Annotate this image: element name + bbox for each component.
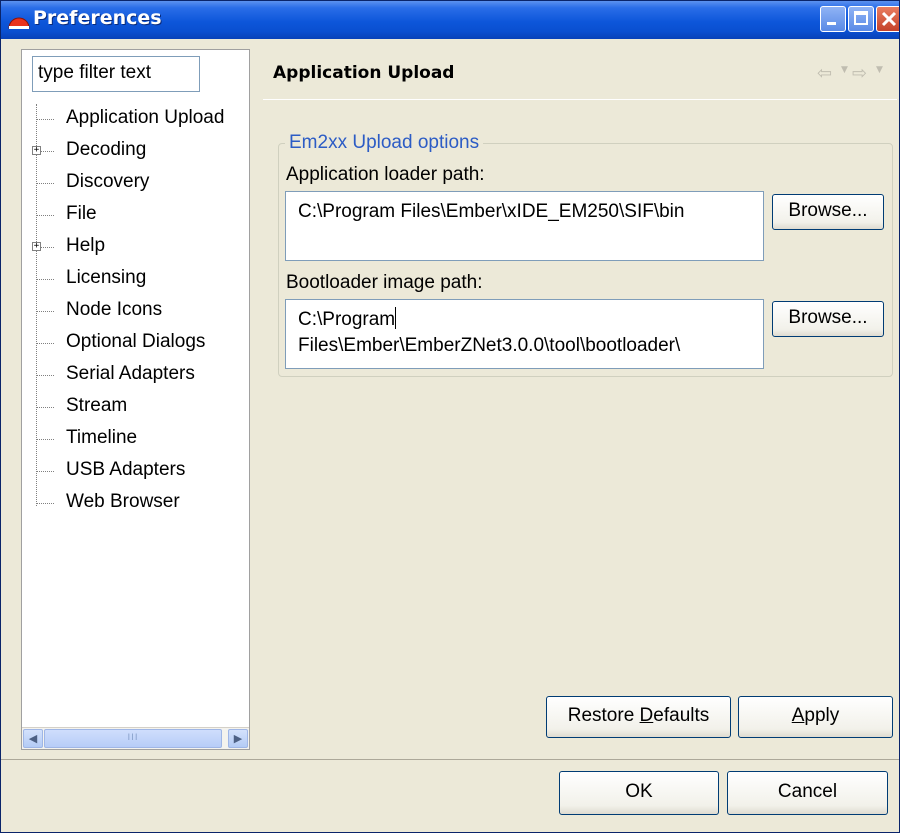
- tree-item-licensing[interactable]: Licensing: [22, 264, 249, 296]
- tree-branch-line: [36, 119, 54, 120]
- tree-branch-line: [36, 311, 54, 312]
- app-icon: [8, 17, 30, 29]
- window-title: Preferences: [33, 7, 162, 29]
- tree-item-stream[interactable]: Stream: [22, 392, 249, 424]
- apply-mnemonic: A: [791, 705, 805, 726]
- forward-dropdown-icon[interactable]: ▼: [876, 65, 883, 75]
- preference-tree-panel: type filter text Application Upload + De…: [21, 49, 250, 750]
- app-loader-path-value: C:\Program Files\Ember\xIDE_EM250\SIF\bi…: [298, 201, 685, 222]
- maximize-button[interactable]: [848, 6, 874, 32]
- tree-item-label: Discovery: [66, 171, 150, 192]
- tree-item-label: USB Adapters: [66, 459, 186, 480]
- tree-branch-line: [36, 471, 54, 472]
- restore-defaults-mnemonic: D: [639, 705, 654, 726]
- forward-arrow-icon[interactable]: ⇨: [852, 63, 867, 84]
- bootloader-path-value-line2: Files\Ember\EmberZNet3.0.0\tool\bootload…: [298, 335, 681, 356]
- app-loader-path-input[interactable]: C:\Program Files\Ember\xIDE_EM250\SIF\bi…: [285, 191, 764, 261]
- tree-item-usb-adapters[interactable]: USB Adapters: [22, 456, 249, 488]
- restore-defaults-label-part1: Restore: [567, 705, 640, 726]
- tree-item-label: Timeline: [66, 427, 138, 448]
- minimize-button[interactable]: [820, 6, 846, 32]
- tree-item-label: Help: [66, 235, 106, 256]
- filter-input[interactable]: type filter text: [32, 56, 200, 92]
- restore-defaults-button[interactable]: Restore Defaults: [546, 696, 731, 738]
- bootloader-path-value-line1: C:\Program: [298, 309, 396, 330]
- page-title: Application Upload: [273, 63, 455, 83]
- scroll-thumb[interactable]: III: [44, 729, 222, 748]
- text-cursor: [395, 307, 397, 329]
- tree-item-decoding[interactable]: + Decoding: [22, 136, 249, 168]
- bootloader-path-label: Bootloader image path:: [286, 272, 483, 293]
- tree-item-label: Serial Adapters: [66, 363, 195, 384]
- tree-item-discovery[interactable]: Discovery: [22, 168, 249, 200]
- minimize-icon: [827, 22, 836, 25]
- browse-app-loader-button[interactable]: Browse...: [772, 194, 884, 230]
- tree-branch-line: [36, 503, 54, 504]
- apply-button[interactable]: Apply: [738, 696, 893, 738]
- ok-button[interactable]: OK: [559, 771, 719, 815]
- tree-item-label: File: [66, 203, 97, 224]
- tree-branch-line: [36, 279, 54, 280]
- close-icon: [881, 11, 897, 27]
- back-arrow-icon[interactable]: ⇦: [817, 63, 832, 84]
- tree-item-timeline[interactable]: Timeline: [22, 424, 249, 456]
- tree-branch-line: [36, 439, 54, 440]
- tree-item-serial-adapters[interactable]: Serial Adapters: [22, 360, 249, 392]
- footer-separator: [1, 759, 899, 760]
- close-button[interactable]: [876, 6, 899, 32]
- cancel-button[interactable]: Cancel: [727, 771, 888, 815]
- app-loader-path-label: Application loader path:: [286, 164, 485, 185]
- apply-label-rest: pply: [804, 705, 840, 726]
- tree-item-label: Application Upload: [66, 107, 225, 128]
- back-dropdown-icon[interactable]: ▼: [841, 65, 848, 75]
- tree-branch-line: [36, 183, 54, 184]
- restore-defaults-label-part2: efaults: [653, 705, 710, 726]
- preferences-window: Preferences type filter text Application…: [0, 0, 900, 833]
- tree-branch-line: [36, 407, 54, 408]
- tree-item-label: Web Browser: [66, 491, 180, 512]
- horizontal-scrollbar[interactable]: ◀ III ▶: [22, 727, 249, 749]
- tree-item-file[interactable]: File: [22, 200, 249, 232]
- tree-item-label: Node Icons: [66, 299, 163, 320]
- tree-branch-line: [36, 343, 54, 344]
- tree-item-web-browser[interactable]: Web Browser: [22, 488, 249, 520]
- expand-plus-icon[interactable]: +: [32, 242, 41, 251]
- title-separator: [263, 99, 897, 100]
- tree-item-node-icons[interactable]: Node Icons: [22, 296, 249, 328]
- tree-item-label: Optional Dialogs: [66, 331, 206, 352]
- browse-bootloader-button[interactable]: Browse...: [772, 301, 884, 337]
- tree-item-optional-dialogs[interactable]: Optional Dialogs: [22, 328, 249, 360]
- tree-item-label: Stream: [66, 395, 128, 416]
- tree-branch-line: [36, 215, 54, 216]
- tree-branch-line: [36, 375, 54, 376]
- scroll-left-arrow-icon[interactable]: ◀: [23, 729, 43, 748]
- tree-item-label: Decoding: [66, 139, 147, 160]
- group-label: Em2xx Upload options: [285, 132, 484, 154]
- tree-item-label: Licensing: [66, 267, 147, 288]
- scroll-right-arrow-icon[interactable]: ▶: [228, 729, 248, 748]
- expand-plus-icon[interactable]: +: [32, 146, 41, 155]
- tree-item-application-upload[interactable]: Application Upload: [22, 104, 249, 136]
- bootloader-path-input[interactable]: C:\Program Files\Ember\EmberZNet3.0.0\too…: [285, 299, 764, 369]
- maximize-icon: [854, 11, 868, 25]
- tree-item-help[interactable]: + Help: [22, 232, 249, 264]
- title-bar[interactable]: Preferences: [1, 1, 899, 39]
